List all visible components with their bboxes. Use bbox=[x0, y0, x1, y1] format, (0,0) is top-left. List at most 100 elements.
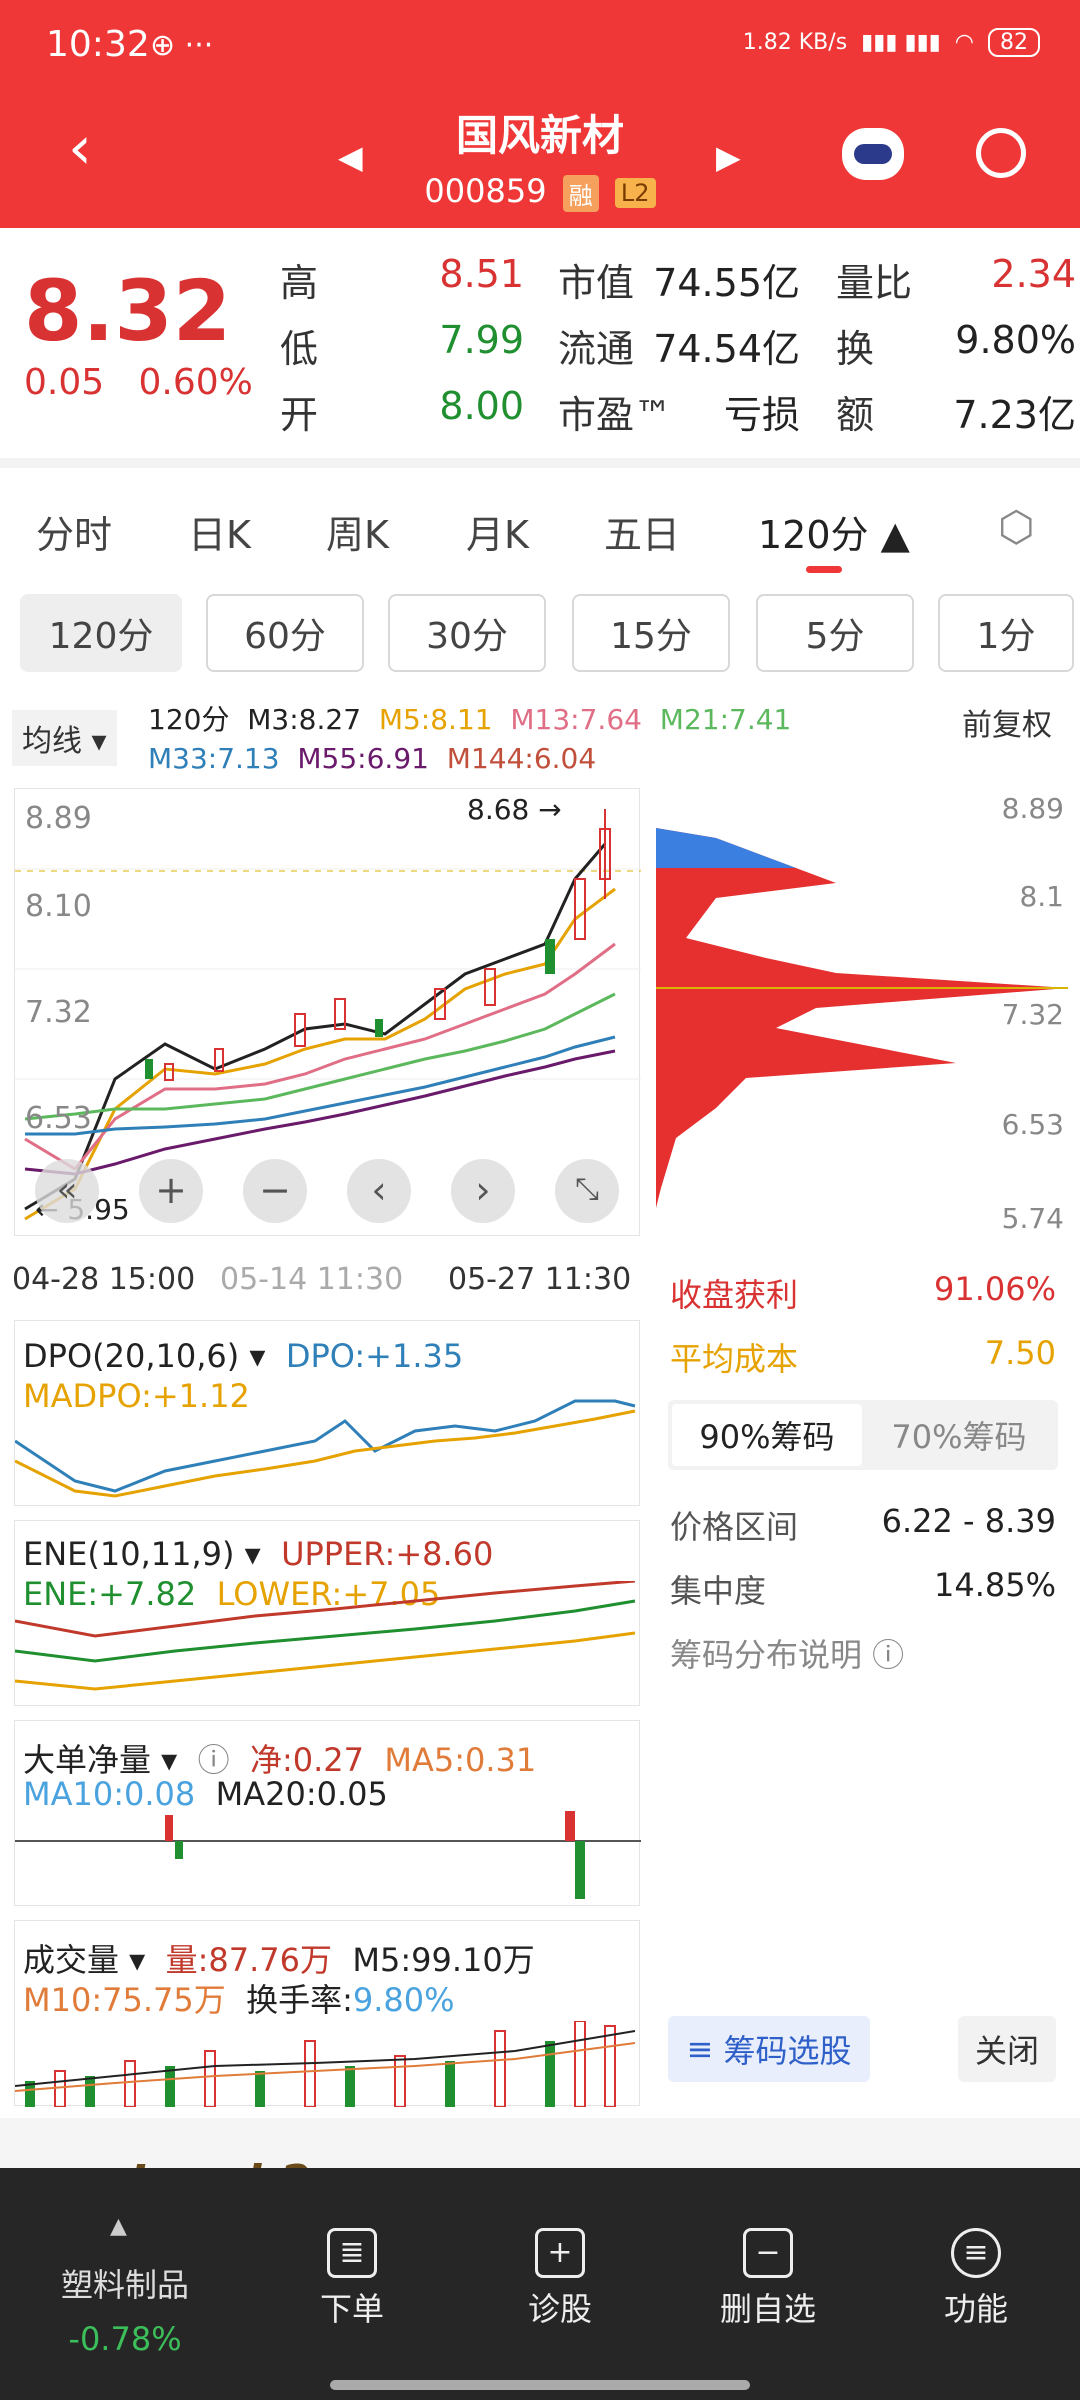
next-icon[interactable]: › bbox=[451, 1159, 515, 1223]
big-order-panel[interactable]: 大单净量 ▾ ⓘ 净:0.27 MA5:0.31 MA10:0.08 MA20:… bbox=[14, 1720, 641, 1906]
seg-1min[interactable]: 1分 bbox=[938, 594, 1074, 672]
dpo-value: DPO:+1.35 bbox=[285, 1337, 464, 1375]
adjust-mode[interactable]: 前复权 bbox=[962, 700, 1052, 744]
chip-y-732: 7.32 bbox=[1001, 998, 1064, 1031]
seg-30min[interactable]: 30分 bbox=[388, 594, 546, 672]
tab-intraday[interactable]: 分时 bbox=[36, 504, 112, 559]
y-label-810: 8.10 bbox=[25, 889, 92, 924]
tab-month[interactable]: 月K bbox=[466, 504, 529, 559]
time-label-1: 04-28 15:00 bbox=[12, 1262, 196, 1297]
function-button[interactable]: ≡ 功能 bbox=[886, 2228, 1066, 2330]
ma-period: 120分 bbox=[148, 703, 230, 736]
sector-name[interactable]: 塑料制品 bbox=[20, 2260, 230, 2306]
chip-tabs: 90%筹码 70%筹码 bbox=[668, 1400, 1058, 1470]
profit-label: 收盘获利 bbox=[670, 1276, 799, 1314]
big-order-svg bbox=[15, 1811, 641, 1899]
big-order-selector[interactable]: 大单净量 ▾ bbox=[23, 1741, 177, 1779]
low-label: 低 bbox=[280, 327, 319, 371]
ma-m33: M33:7.13 bbox=[148, 742, 280, 775]
dpo-panel[interactable]: DPO(20,10,6) ▾ DPO:+1.35 MADPO:+1.12 bbox=[14, 1320, 640, 1506]
concentration-label: 集中度 bbox=[670, 1572, 767, 1610]
search-icon[interactable] bbox=[976, 128, 1026, 178]
y-label-889: 8.89 bbox=[25, 801, 92, 836]
seg-15min[interactable]: 15分 bbox=[572, 594, 730, 672]
ma-selector[interactable]: 均线 ▾ bbox=[12, 710, 117, 766]
remove-icon: − bbox=[743, 2228, 793, 2278]
y-label-653: 6.53 bbox=[25, 1101, 92, 1136]
menu-icon: ≡ bbox=[951, 2228, 1001, 2278]
diagnose-button[interactable]: + 诊股 bbox=[470, 2228, 650, 2330]
price-range-value: 6.22 - 8.39 bbox=[881, 1502, 1056, 1540]
ma-m55: M55:6.91 bbox=[297, 742, 429, 775]
turnover-value-2: 9.80% bbox=[352, 1981, 455, 2019]
order-icon: ≣ bbox=[327, 2228, 377, 2278]
order-button[interactable]: ≣ 下单 bbox=[262, 2228, 442, 2330]
ene-selector[interactable]: ENE(10,11,9) ▾ bbox=[23, 1535, 261, 1573]
avg-cost-value: 7.50 bbox=[984, 1334, 1056, 1372]
tab-120min[interactable]: 120分 ▲ bbox=[758, 504, 910, 559]
zoom-out-icon[interactable]: − bbox=[243, 1159, 307, 1223]
ma-row-1: 120分 M3:8.27 M5:8.11 M13:7.64 M21:7.41 bbox=[148, 698, 791, 738]
pe-value: 亏损 bbox=[723, 393, 800, 437]
close-chip-button[interactable]: 关闭 bbox=[958, 2016, 1056, 2082]
dpo-svg bbox=[15, 1399, 636, 1498]
volume-value: 量:87.76万 bbox=[165, 1941, 332, 1979]
settings-icon[interactable]: ⬡ bbox=[998, 502, 1035, 551]
help-icon[interactable]: ⓘ bbox=[198, 1741, 230, 1779]
volume-svg bbox=[15, 2021, 636, 2107]
float-value: 74.54亿 bbox=[653, 327, 800, 371]
robot-icon[interactable] bbox=[842, 128, 904, 180]
big-order-ma5: MA5:0.31 bbox=[384, 1741, 537, 1779]
turnover-value: 9.80% bbox=[955, 318, 1076, 362]
chip-select-button[interactable]: ≡ 筹码选股 bbox=[668, 2016, 870, 2082]
chip-explain-link[interactable]: 筹码分布说明 ⓘ bbox=[670, 1630, 904, 1676]
diagnose-icon: + bbox=[535, 2228, 585, 2278]
tab-chip-70[interactable]: 70%筹码 bbox=[864, 1404, 1054, 1466]
float-label: 流通 bbox=[558, 327, 635, 371]
prev-icon[interactable]: ‹ bbox=[347, 1159, 411, 1223]
scroll-left-icon[interactable]: « bbox=[35, 1159, 99, 1223]
kline-chart[interactable]: 8.89 8.10 7.32 6.53 8.68 → ← 5.95 « + − … bbox=[14, 788, 641, 1236]
signal-icon: ▮▮▮ ▮▮▮ bbox=[861, 30, 941, 55]
high-marker: 8.68 → bbox=[467, 793, 562, 826]
high-value: 8.51 bbox=[439, 252, 524, 296]
tab-day[interactable]: 日K bbox=[188, 504, 251, 559]
zoom-in-icon[interactable]: + bbox=[139, 1159, 203, 1223]
vr-value: 2.34 bbox=[991, 252, 1076, 296]
net-speed: 1.82 KB/s bbox=[742, 30, 848, 55]
y-label-732: 7.32 bbox=[25, 995, 92, 1030]
low-value: 7.99 bbox=[439, 318, 524, 362]
open-label: 开 bbox=[280, 393, 319, 437]
last-price: 8.32 bbox=[24, 262, 232, 360]
tab-week[interactable]: 周K bbox=[326, 504, 389, 559]
time-label-3: 05-27 11:30 bbox=[448, 1262, 632, 1297]
ma-m5: M5:8.11 bbox=[378, 703, 493, 736]
ene-upper: UPPER:+8.60 bbox=[281, 1535, 494, 1573]
mcap-label: 市值 bbox=[558, 261, 635, 305]
change-pct: 0.60% bbox=[138, 362, 253, 403]
sector-change: -0.78% bbox=[68, 2320, 182, 2358]
fullscreen-icon[interactable]: ⤡ bbox=[555, 1159, 619, 1223]
dpo-selector[interactable]: DPO(20,10,6) ▾ bbox=[23, 1337, 265, 1375]
ene-panel[interactable]: ENE(10,11,9) ▾ UPPER:+8.60 ENE:+7.82 LOW… bbox=[14, 1520, 640, 1706]
pe-label: 市盈™ bbox=[558, 393, 673, 437]
volume-m10: M10:75.75万 bbox=[23, 1981, 226, 2019]
top-header: 10:32 ⊕ ··· 1.82 KB/s ▮▮▮ ▮▮▮ ◠ 82 ‹ ◀ ▶… bbox=[0, 0, 1080, 228]
ma-m13: M13:7.64 bbox=[510, 703, 642, 736]
divider bbox=[0, 458, 1080, 468]
avg-cost-label: 平均成本 bbox=[670, 1340, 799, 1378]
volume-selector[interactable]: 成交量 ▾ bbox=[23, 1941, 145, 1979]
tab-chip-90[interactable]: 90%筹码 bbox=[672, 1404, 862, 1466]
ma-m144: M144:6.04 bbox=[446, 742, 597, 775]
wifi-icon: ◠ bbox=[954, 30, 974, 55]
volume-panel[interactable]: 成交量 ▾ 量:87.76万 M5:99.10万 M10:75.75万 换手率:… bbox=[14, 1920, 640, 2107]
seg-60min[interactable]: 60分 bbox=[206, 594, 364, 672]
remove-watchlist-button[interactable]: − 删自选 bbox=[678, 2228, 858, 2330]
home-indicator[interactable] bbox=[330, 2380, 750, 2390]
expand-up-icon[interactable]: ▲ bbox=[110, 2214, 127, 2239]
seg-5min[interactable]: 5分 bbox=[756, 594, 914, 672]
high-label: 高 bbox=[280, 261, 319, 305]
tab-five-day[interactable]: 五日 bbox=[604, 504, 680, 559]
dpo-header: DPO(20,10,6) ▾ DPO:+1.35 bbox=[23, 1337, 463, 1375]
seg-120min[interactable]: 120分 bbox=[20, 594, 182, 672]
